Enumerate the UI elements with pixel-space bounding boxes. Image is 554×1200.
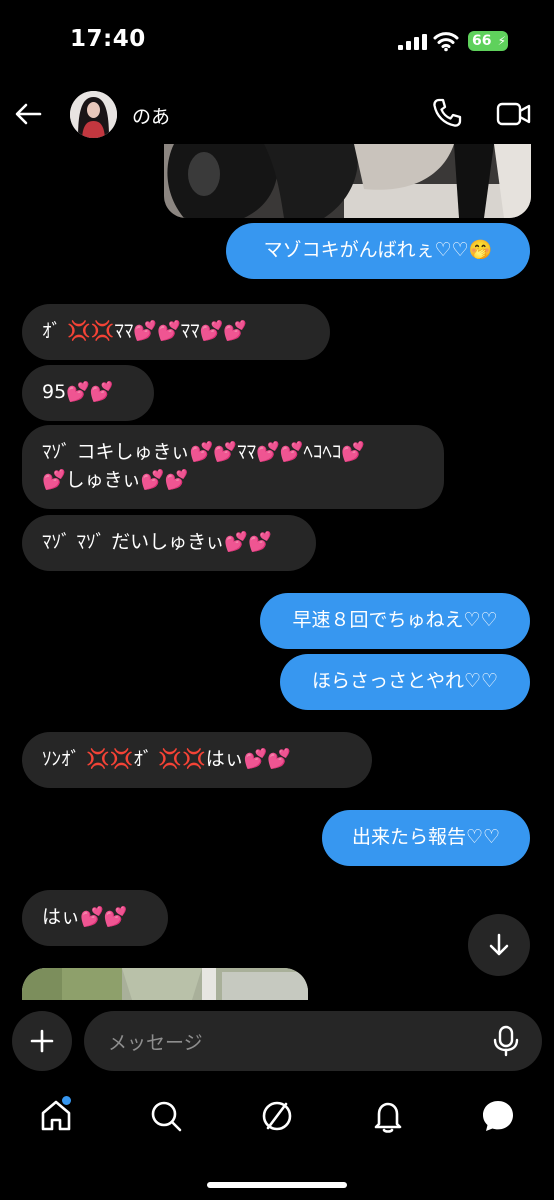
message-incoming[interactable]: ﾏｿﾞ コキしゅきぃ💕💕ﾏﾏ💕💕ﾍｺﾍｺ💕 💕しゅきぃ💕💕 [22,425,444,509]
add-attachment-button[interactable] [12,1011,72,1071]
arrow-left-icon[interactable] [12,98,44,130]
message-outgoing[interactable]: 出来たら報告♡♡ [322,810,530,866]
message-incoming[interactable]: ｵﾞ 💢💢ﾏﾏ💕💕ﾏﾏ💕💕 [22,304,330,360]
message-outgoing[interactable]: ほらさっさとやれ♡♡ [280,654,530,710]
bottom-tab-bar [0,1090,554,1146]
message-outgoing[interactable]: 早速８回でちゅねえ♡♡ [260,593,530,649]
photo-image [22,968,308,1000]
charging-icon: ⚡ [497,34,506,48]
message-incoming[interactable]: はぃ💕💕 [22,890,168,946]
compass-icon[interactable] [259,1098,295,1134]
shared-photo[interactable] [164,144,531,218]
battery-level: 66 [472,33,492,49]
scroll-to-bottom-button[interactable] [468,914,530,976]
message-input[interactable]: メッセージ [84,1011,542,1071]
chat-bubble-icon[interactable] [480,1098,516,1134]
battery-indicator: 66 ⚡ [468,31,508,51]
wifi-icon [433,32,459,52]
message-composer: メッセージ [0,1008,554,1078]
microphone-icon[interactable] [492,1025,520,1057]
arrow-down-icon [489,933,509,956]
avatar-image [70,91,117,138]
status-bar: 17:40 66 ⚡ [0,0,554,84]
phone-icon[interactable] [430,96,464,130]
search-icon[interactable] [148,1098,184,1134]
avatar[interactable] [70,91,117,138]
message-outgoing[interactable]: マゾコキがんばれぇ♡♡🤭 [226,223,530,279]
contact-name[interactable]: のあ [132,102,170,129]
message-input-placeholder: メッセージ [108,1032,203,1054]
message-incoming[interactable]: ｿﾝｵﾞ 💢💢ｵﾞ 💢💢はぃ💕💕 [22,732,372,788]
cellular-signal-icon [398,34,427,50]
notification-dot [62,1096,71,1105]
photo-image [164,144,531,218]
bell-icon[interactable] [370,1098,406,1134]
message-incoming[interactable]: ﾏｿﾞ ﾏｿﾞ だいしゅきぃ💕💕 [22,515,316,571]
video-camera-icon[interactable] [496,98,532,130]
home-indicator [207,1182,347,1188]
plus-icon [30,1029,54,1053]
status-time: 17:40 [70,26,146,52]
message-incoming[interactable]: 95💕💕 [22,365,154,421]
chat-header: のあ [0,84,554,148]
shared-photo[interactable] [22,968,308,1000]
